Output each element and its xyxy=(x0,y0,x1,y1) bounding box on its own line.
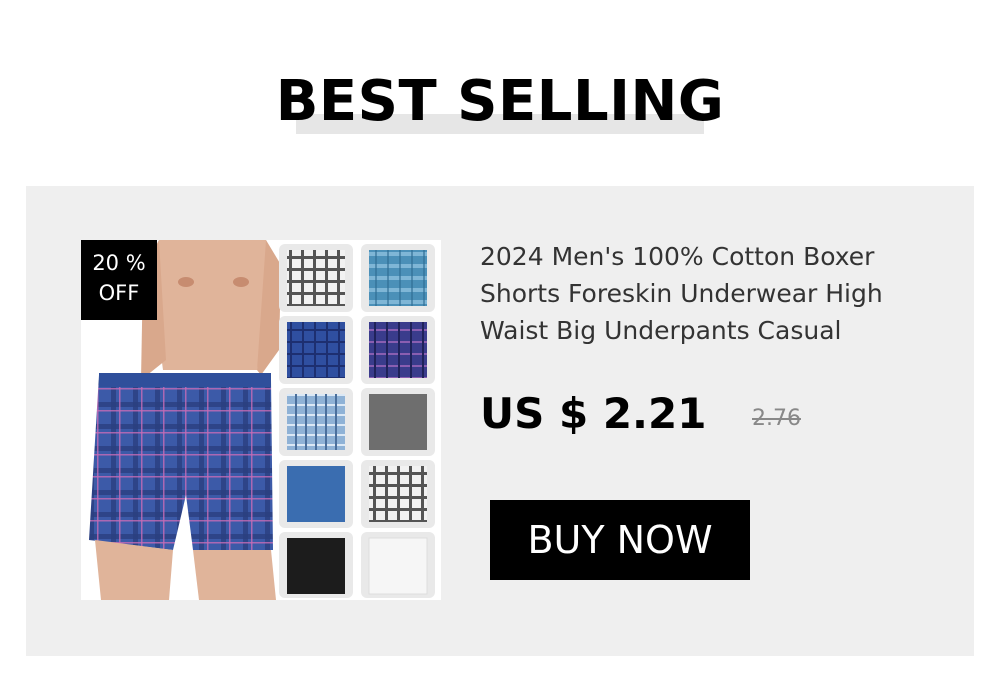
product-card: 20 % OFF 2024 Men's 100% Cotton Boxer Sh… xyxy=(26,186,974,656)
product-title[interactable]: 2024 Men's 100% Cotton Boxer Shorts Fore… xyxy=(480,238,950,349)
discount-off-label: OFF xyxy=(98,281,140,305)
section-title: BEST SELLING xyxy=(275,69,725,134)
product-image[interactable]: 20 % OFF xyxy=(81,240,441,600)
buy-now-button[interactable]: BUY NOW xyxy=(490,500,750,580)
original-price: 2.76 xyxy=(752,406,801,431)
discount-percent: 20 % xyxy=(92,251,146,275)
section-header: BEST SELLING xyxy=(0,60,1000,150)
current-price: US $ 2.21 xyxy=(480,389,707,438)
page: BEST SELLING 20 % OFF 2024 Men's 100% Co… xyxy=(0,0,1000,700)
discount-badge: 20 % OFF xyxy=(81,240,157,320)
